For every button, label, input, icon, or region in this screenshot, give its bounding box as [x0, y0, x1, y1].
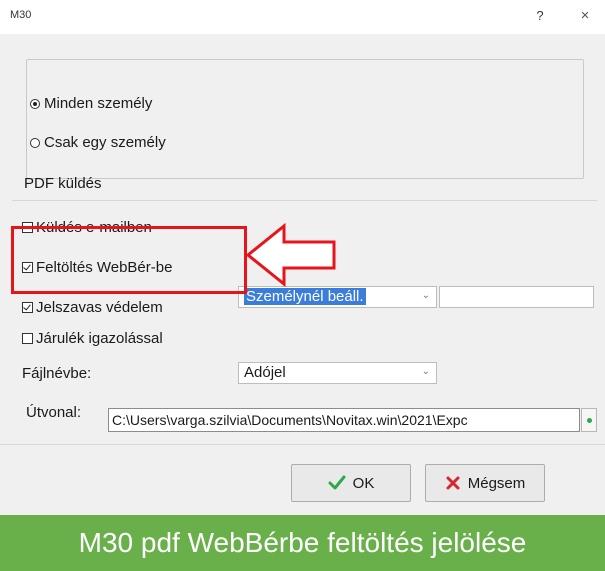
radio-all-persons[interactable]: Minden személy: [30, 95, 152, 112]
ok-label: OK: [352, 474, 375, 492]
section-divider: [12, 200, 597, 201]
radio-single-person-indicator[interactable]: [30, 137, 40, 148]
chevron-down-icon: ⌄: [421, 290, 430, 301]
password-input[interactable]: [439, 286, 594, 308]
chevron-down-icon: ⌄: [421, 366, 430, 377]
cancel-button[interactable]: Mégsem: [425, 464, 545, 502]
browse-path-button[interactable]: [581, 408, 597, 432]
password-mode-value: Személynél beáll.: [244, 288, 366, 305]
close-button[interactable]: ×: [574, 7, 596, 27]
radio-all-persons-label: Minden személy: [44, 95, 153, 112]
pdf-section-heading: PDF küldés: [24, 175, 102, 192]
cancel-label: Mégsem: [467, 474, 526, 492]
password-protect-checkbox-row[interactable]: Jelszavas védelem: [22, 299, 163, 316]
title-bar: M30 ? ×: [0, 0, 605, 35]
path-input[interactable]: C:\Users\varga.szilvia\Documents\Novitax…: [108, 408, 580, 432]
path-label: Útvonal:: [26, 404, 82, 421]
checkmark-icon: [328, 475, 346, 490]
password-mode-combo[interactable]: Személynél beáll. ⌄: [238, 286, 437, 308]
path-value: C:\Users\varga.szilvia\Documents\Novitax…: [112, 412, 468, 428]
help-button[interactable]: ?: [530, 8, 550, 28]
password-protect-label: Jelszavas védelem: [36, 299, 163, 316]
contribution-cert-checkbox-row[interactable]: Járulék igazolással: [22, 330, 163, 347]
password-protect-checkbox[interactable]: [22, 302, 33, 313]
person-scope-group: [26, 59, 584, 179]
caption-text: M30 pdf WebBérbe feltöltés jelölése: [78, 527, 527, 558]
caption-bar: M30 pdf WebBérbe feltöltés jelölése: [0, 515, 605, 571]
radio-single-person[interactable]: Csak egy személy: [30, 134, 166, 151]
filename-combo[interactable]: Adójel ⌄: [238, 362, 437, 384]
left-arrow-icon: [246, 222, 336, 288]
close-x-icon: [446, 476, 460, 490]
filename-label: Fájlnévbe:: [22, 365, 92, 382]
browse-dot-icon: [587, 418, 592, 423]
radio-all-persons-indicator[interactable]: [30, 98, 40, 109]
window-title: M30: [10, 9, 32, 21]
radio-single-person-label: Csak egy személy: [44, 134, 166, 151]
contribution-cert-checkbox[interactable]: [22, 333, 33, 344]
ok-button[interactable]: OK: [291, 464, 411, 502]
filename-value: Adójel: [244, 364, 286, 381]
contribution-cert-label: Járulék igazolással: [36, 330, 163, 347]
button-divider: [0, 444, 605, 445]
highlight-box: [11, 226, 247, 294]
